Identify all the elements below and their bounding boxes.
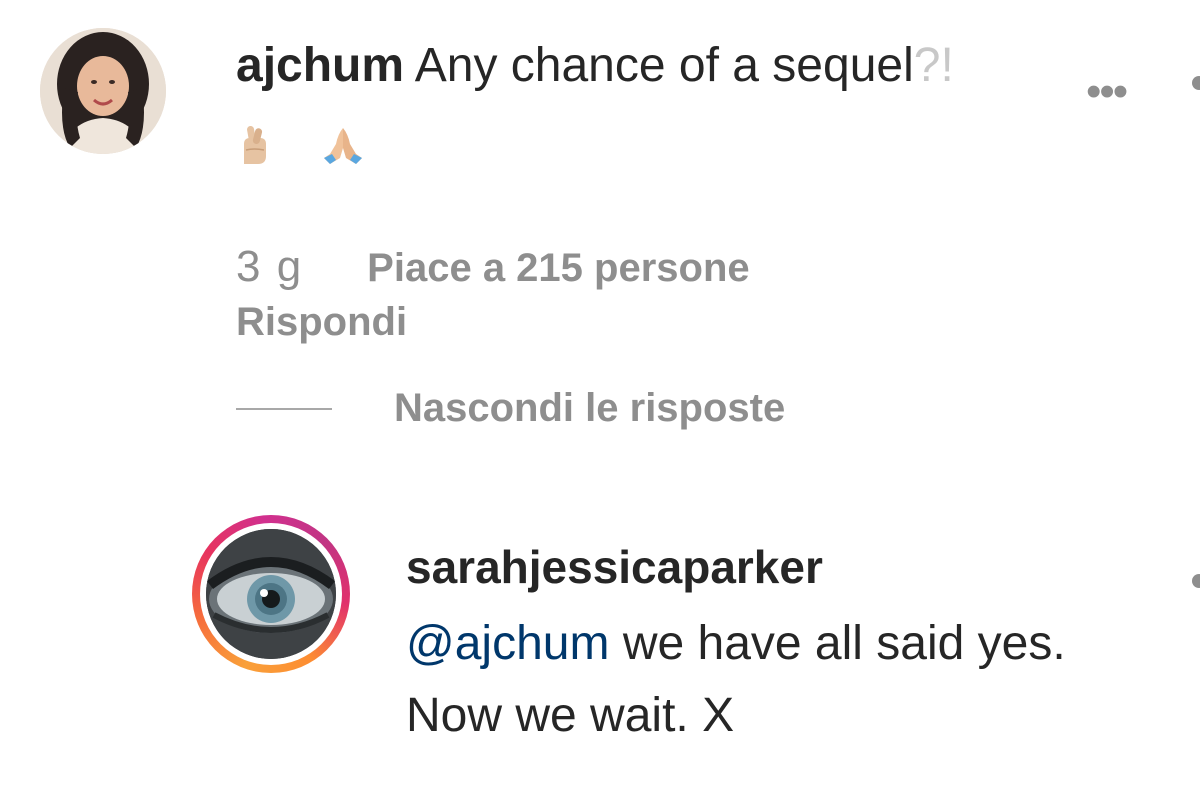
comment-body: Any chance of a sequel bbox=[414, 39, 914, 92]
like-heart-icon[interactable] bbox=[1192, 76, 1200, 90]
hide-replies-divider bbox=[236, 407, 332, 410]
emoji-row bbox=[236, 124, 366, 164]
comment-faded-tail: ?! bbox=[913, 39, 954, 92]
comment-username[interactable]: ajchum bbox=[236, 39, 404, 92]
hide-replies-button[interactable]: Nascondi le risposte bbox=[236, 386, 785, 431]
story-ring-gap bbox=[200, 523, 342, 665]
reply-text: @ajchum we have all said yes. Now we wai… bbox=[406, 608, 1106, 752]
comment-likes[interactable]: Piace a 215 persone bbox=[367, 246, 749, 291]
more-options-icon[interactable]: ••• bbox=[1086, 70, 1128, 114]
reply-mention[interactable]: @ajchum bbox=[406, 617, 609, 670]
comment-time[interactable]: 3 g bbox=[236, 242, 303, 292]
crossed-fingers-emoji bbox=[244, 125, 266, 164]
like-heart-icon[interactable] bbox=[1192, 574, 1200, 588]
avatar-image bbox=[40, 28, 166, 154]
story-ring[interactable] bbox=[192, 515, 350, 673]
reply-button[interactable]: Rispondi bbox=[236, 300, 407, 345]
comment-text: ajchum Any chance of a sequel?! bbox=[236, 38, 954, 94]
hide-replies-label: Nascondi le risposte bbox=[394, 386, 786, 430]
avatar-image bbox=[206, 529, 336, 659]
folded-hands-emoji bbox=[324, 128, 362, 164]
avatar-sarahjessicaparker bbox=[206, 529, 336, 659]
avatar-ajchum[interactable] bbox=[40, 28, 166, 154]
comment-meta: 3 g Piace a 215 persone bbox=[236, 242, 750, 292]
reply-username[interactable]: sarahjessicaparker bbox=[406, 540, 823, 594]
